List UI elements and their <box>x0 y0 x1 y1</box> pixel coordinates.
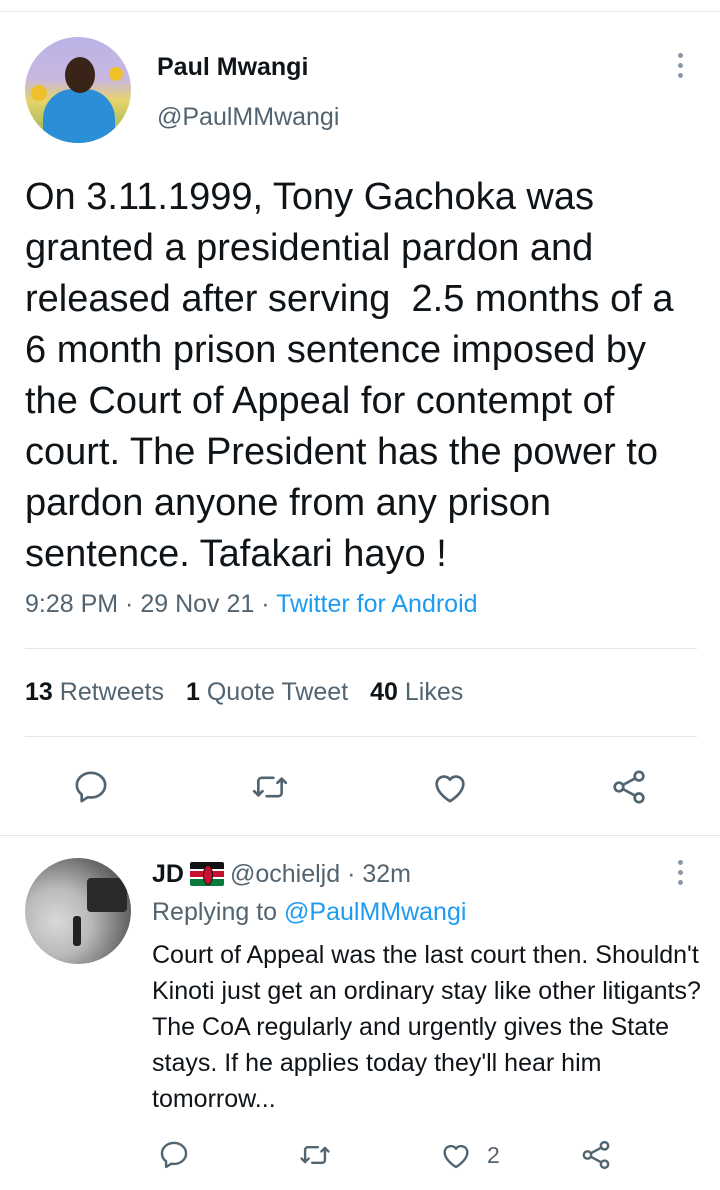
quotes-stat[interactable]: 1 Quote Tweet <box>186 678 348 706</box>
reply-header: JD @ochieljd · 32m <box>152 860 411 889</box>
retweets-stat[interactable]: 13 Retweets <box>25 678 164 706</box>
kenya-flag-icon <box>189 862 224 886</box>
retweet-icon[interactable] <box>298 1138 332 1172</box>
like-icon[interactable] <box>430 767 470 807</box>
tweet-client-link[interactable]: Twitter for Android <box>276 590 477 618</box>
divider <box>25 736 697 737</box>
avatar-figure <box>73 916 81 946</box>
tweet-text: On 3.11.1999, Tony Gachoka was granted a… <box>25 176 685 575</box>
replying-to: Replying to @PaulMMwangi <box>152 898 466 927</box>
replying-to-mention[interactable]: @PaulMMwangi <box>284 898 466 926</box>
divider <box>0 835 720 836</box>
avatar-face <box>65 57 95 93</box>
reply-icon[interactable] <box>71 767 111 807</box>
reply-author-avatar[interactable] <box>25 858 131 964</box>
reply-author-name[interactable]: JD <box>152 860 184 888</box>
tweet-meta: 9:28 PM · 29 Nov 21 · Twitter for Androi… <box>25 590 478 619</box>
author-avatar[interactable] <box>25 37 131 143</box>
author-handle[interactable]: @PaulMMwangi <box>157 103 339 132</box>
avatar-flower <box>31 85 47 101</box>
divider <box>25 648 697 649</box>
reply-like-count: 2 <box>487 1142 500 1168</box>
meta-separator: · <box>254 590 277 618</box>
author-name[interactable]: Paul Mwangi <box>157 53 308 82</box>
like-icon[interactable] <box>439 1138 473 1172</box>
top-divider <box>0 11 720 12</box>
more-options-icon[interactable] <box>672 53 688 85</box>
reply-icon[interactable] <box>157 1138 191 1172</box>
share-icon[interactable] <box>579 1138 613 1172</box>
tweet-date: 29 Nov 21 <box>140 590 255 618</box>
likes-stat[interactable]: 40 Likes <box>370 678 463 706</box>
retweet-icon[interactable] <box>250 767 290 807</box>
tweet-stats: 13 Retweets 1 Quote Tweet 40 Likes <box>25 678 463 707</box>
avatar-flower <box>109 67 123 81</box>
meta-separator: · <box>118 590 141 618</box>
meta-separator: · <box>340 860 363 888</box>
replying-prefix: Replying to <box>152 898 285 926</box>
reply-author-handle[interactable]: @ochieljd <box>230 860 340 888</box>
reply-age: 32m <box>362 860 411 888</box>
reply-text: Court of Appeal was the last court then.… <box>152 941 708 1113</box>
avatar-vehicle <box>87 878 127 912</box>
avatar-shirt <box>43 89 115 143</box>
share-icon[interactable] <box>609 767 649 807</box>
tweet-time: 9:28 PM <box>25 590 119 618</box>
more-options-icon[interactable] <box>672 860 688 892</box>
